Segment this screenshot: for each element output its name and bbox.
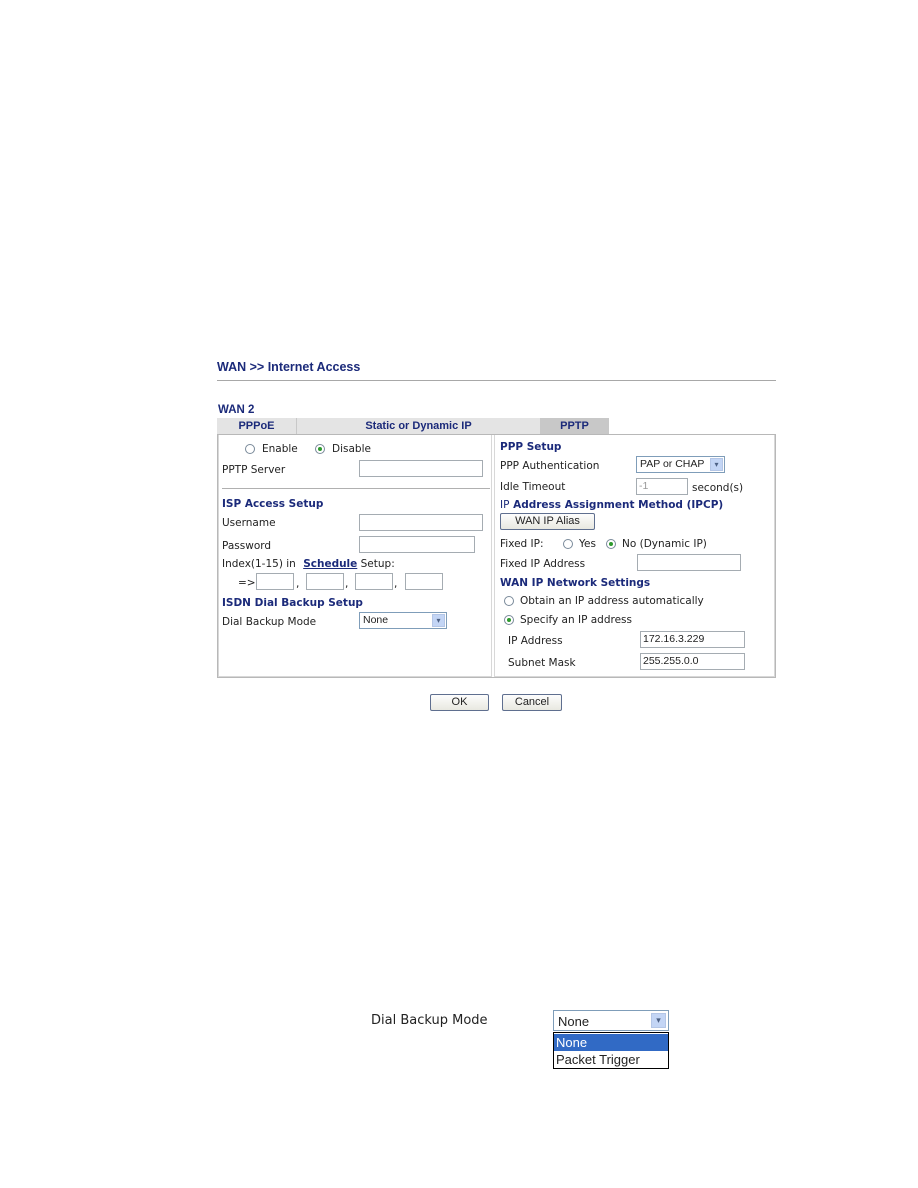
password-label: Password — [222, 540, 272, 552]
schedule-index-1[interactable] — [256, 573, 294, 590]
username-input[interactable] — [359, 514, 483, 531]
idle-timeout-unit: second(s) — [692, 482, 744, 494]
wan-ip-alias-button[interactable]: WAN IP Alias — [500, 513, 595, 530]
ipcp-rest: Address Assignment Method (IPCP) — [513, 499, 724, 511]
schedule-index-2[interactable] — [306, 573, 344, 590]
title-divider — [217, 380, 776, 381]
ppp-auth-select[interactable]: PAP or CHAP ▾ — [636, 456, 725, 473]
ipcp-heading: IP Address Assignment Method (IPCP) — [500, 499, 723, 511]
wan-tabs: PPPoE Static or Dynamic IP PPTP — [217, 418, 776, 434]
chevron-down-icon[interactable]: ▾ — [710, 458, 723, 471]
tab-static-dynamic-ip[interactable]: Static or Dynamic IP — [297, 418, 541, 434]
dial-backup-mode-select[interactable]: None ▾ — [359, 612, 447, 629]
dial-backup-mode-detail-value: None — [558, 1014, 590, 1029]
disable-label: Disable — [332, 443, 371, 455]
idle-timeout-input[interactable]: -1 — [636, 478, 688, 495]
isp-access-setup-heading: ISP Access Setup — [222, 498, 324, 510]
pptp-server-input[interactable] — [359, 460, 483, 477]
schedule-index-3[interactable] — [355, 573, 393, 590]
isdn-dial-backup-heading: ISDN Dial Backup Setup — [222, 597, 363, 609]
password-input[interactable] — [359, 536, 475, 553]
fixed-ip-yes-label: Yes — [579, 538, 596, 550]
fixed-ip-no-radio[interactable] — [606, 539, 616, 549]
arrow-label: => — [238, 577, 256, 589]
ppp-auth-value: PAP or CHAP — [640, 458, 705, 470]
ok-button[interactable]: OK — [430, 694, 489, 711]
dial-backup-mode-detail-select[interactable]: None ▾ — [553, 1010, 669, 1031]
schedule-index-4[interactable] — [405, 573, 443, 590]
cancel-button[interactable]: Cancel — [502, 694, 562, 711]
index-prefix: Index(1-15) in — [222, 558, 296, 570]
dial-backup-mode-detail-label: Dial Backup Mode — [371, 1013, 488, 1028]
index-label: Index(1-15) in Schedule Setup: — [222, 558, 395, 570]
comma-1: , — [296, 578, 300, 590]
ip-address-label: IP Address — [508, 635, 563, 647]
ipcp-prefix: IP — [500, 499, 510, 511]
fixed-ip-label: Fixed IP: — [500, 538, 544, 550]
tab-pppoe[interactable]: PPPoE — [217, 418, 297, 434]
obtain-auto-label: Obtain an IP address automatically — [520, 595, 704, 607]
enable-radio[interactable] — [245, 444, 255, 454]
subnet-mask-label: Subnet Mask — [508, 657, 576, 669]
isdn-prefix: ISDN — [222, 597, 251, 609]
isdn-rest: Dial Backup Setup — [254, 597, 363, 609]
page-title: WAN >> Internet Access — [217, 360, 361, 374]
ppp-setup-heading: PPP Setup — [500, 441, 562, 453]
username-label: Username — [222, 517, 276, 529]
disable-radio[interactable] — [315, 444, 325, 454]
option-none[interactable]: None — [554, 1034, 668, 1051]
idle-timeout-label: Idle Timeout — [500, 481, 566, 493]
pptp-server-label: PPTP Server — [222, 464, 286, 476]
chevron-down-icon[interactable]: ▾ — [432, 614, 445, 627]
fixed-ip-yes-radio[interactable] — [563, 539, 573, 549]
dial-backup-mode-options: None Packet Trigger — [553, 1032, 669, 1069]
specify-ip-label: Specify an IP address — [520, 614, 632, 626]
fixed-ip-no-label: No (Dynamic IP) — [622, 538, 707, 550]
wan-ip-network-settings-heading: WAN IP Network Settings — [500, 577, 651, 589]
dial-backup-mode-value: None — [363, 614, 389, 626]
index-suffix: Setup: — [360, 558, 395, 570]
ppp-auth-label: PPP Authentication — [500, 460, 600, 472]
option-packet-trigger[interactable]: Packet Trigger — [554, 1051, 668, 1068]
left-divider — [222, 488, 490, 489]
comma-3: , — [394, 578, 398, 590]
wan-section-label: WAN 2 — [218, 404, 255, 416]
fixed-ip-address-input[interactable] — [637, 554, 741, 571]
subnet-mask-input[interactable]: 255.255.0.0 — [640, 653, 745, 670]
obtain-auto-radio[interactable] — [504, 596, 514, 606]
ip-address-input[interactable]: 172.16.3.229 — [640, 631, 745, 648]
tab-pptp[interactable]: PPTP — [541, 418, 609, 434]
dial-backup-mode-label: Dial Backup Mode — [222, 616, 317, 628]
chevron-down-icon[interactable]: ▾ — [651, 1013, 666, 1028]
enable-label: Enable — [262, 443, 298, 455]
fixed-ip-address-label: Fixed IP Address — [500, 558, 586, 570]
specify-ip-radio[interactable] — [504, 615, 514, 625]
schedule-link[interactable]: Schedule — [303, 558, 357, 570]
comma-2: , — [345, 578, 349, 590]
